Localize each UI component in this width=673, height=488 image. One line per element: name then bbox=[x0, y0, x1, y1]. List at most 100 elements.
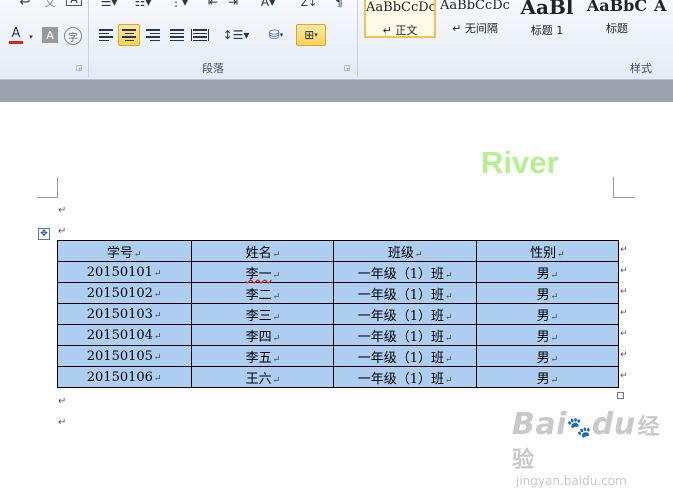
style-heading-1[interactable]: AaBl 标题 1 bbox=[512, 0, 582, 38]
table-cell[interactable]: 男↵ bbox=[475, 345, 620, 367]
decrease-indent-icon[interactable]: ⇤ bbox=[205, 0, 221, 12]
show-marks-icon[interactable]: ¶ bbox=[334, 0, 344, 12]
row-end-mark: ↵ bbox=[620, 308, 628, 318]
row-end-mark: ↵ bbox=[620, 329, 628, 339]
table-cell[interactable]: 李三↵ bbox=[191, 303, 335, 325]
table-cell[interactable]: 20150102↵ bbox=[49, 282, 193, 304]
chinese-layout-icon[interactable]: A▾ bbox=[258, 0, 278, 12]
cell-end-mark: ↵ bbox=[444, 354, 453, 365]
paragraph-mark: ↵ bbox=[58, 205, 67, 216]
a-border-icon[interactable]: A bbox=[66, 0, 82, 6]
cell-end-mark: ↵ bbox=[153, 352, 162, 363]
cell-end-mark: ↵ bbox=[550, 291, 559, 302]
cell-end-mark: ↵ bbox=[557, 249, 565, 260]
table-cell[interactable]: 一年级（1）班↵ bbox=[333, 303, 477, 325]
cell-end-mark: ↵ bbox=[414, 249, 423, 260]
bullets-partial-icon[interactable]: ↩ bbox=[18, 0, 32, 12]
style-sample: AaBl bbox=[520, 0, 574, 19]
table-cell[interactable]: 一年级（1）班↵ bbox=[333, 324, 477, 346]
style-title[interactable]: AaBbC 标题 bbox=[582, 0, 652, 38]
table-cell[interactable]: 男↵ bbox=[475, 324, 620, 346]
align-right-icon[interactable] bbox=[144, 25, 162, 45]
table-move-icon[interactable]: ✥ bbox=[38, 228, 50, 240]
cell-end-mark: ↵ bbox=[153, 268, 162, 279]
table-cell[interactable]: 一年级（1）班↵ bbox=[333, 366, 477, 388]
numbering-icon[interactable]: ☷▾ bbox=[132, 0, 154, 12]
table-cell[interactable]: 一年级（1）班↵ bbox=[333, 345, 477, 367]
cell-end-mark: ↵ bbox=[133, 249, 142, 260]
table-cell[interactable]: 男↵ bbox=[475, 303, 620, 325]
table-cell[interactable]: 20150104↵ bbox=[49, 324, 193, 346]
style-sample: AaBbC bbox=[586, 0, 648, 15]
header-text[interactable]: River bbox=[481, 146, 559, 180]
table-cell[interactable]: 李四↵ bbox=[191, 324, 335, 346]
style-sample: A bbox=[654, 0, 667, 15]
cell-end-mark: ↵ bbox=[550, 354, 559, 365]
paragraph-mark: ↵ bbox=[58, 396, 67, 407]
header-cell[interactable]: 学号↵ bbox=[49, 240, 193, 262]
cell-end-mark: ↵ bbox=[272, 375, 281, 386]
crop-mark bbox=[37, 197, 58, 198]
style-subtitle[interactable]: A bbox=[654, 0, 673, 38]
cell-end-mark: ↵ bbox=[444, 375, 453, 386]
cell-end-mark: ↵ bbox=[272, 249, 281, 260]
distributed-icon[interactable] bbox=[191, 25, 209, 45]
style-name: 标题 bbox=[606, 22, 628, 35]
style-no-spacing[interactable]: AaBbCcDc ↵ 无间隔 bbox=[440, 0, 510, 38]
crop-mark bbox=[613, 197, 635, 198]
paragraph-dialog-launcher-icon[interactable]: ◲ bbox=[344, 64, 351, 72]
cell-end-mark: ↵ bbox=[272, 270, 281, 281]
enclose-char-button[interactable]: 字 bbox=[64, 27, 82, 45]
line-spacing-icon[interactable]: ↕☰▾ bbox=[222, 25, 250, 45]
align-center-icon[interactable] bbox=[118, 24, 140, 46]
table-cell[interactable]: 20150105↵ bbox=[49, 345, 193, 367]
row-end-mark: ↵ bbox=[620, 266, 628, 276]
border-icon[interactable]: ⊞ ▾ bbox=[296, 24, 326, 46]
table-cell[interactable]: 一年级（1）班↵ bbox=[333, 282, 477, 304]
styles-group-label: 样式 bbox=[630, 62, 652, 75]
font-color-dropdown-icon[interactable]: ▾ bbox=[27, 27, 35, 47]
table-cell[interactable]: 李五↵ bbox=[191, 345, 335, 367]
style-sample: AaBbCcDc bbox=[366, 0, 436, 15]
table-cell[interactable]: 20150103↵ bbox=[49, 303, 193, 325]
justify-icon[interactable] bbox=[168, 25, 186, 45]
paragraph-group-label: 段落 bbox=[202, 62, 224, 75]
font-dialog-launcher-icon[interactable]: ◲ bbox=[76, 64, 83, 72]
header-cell[interactable]: 性别↵ bbox=[475, 240, 620, 262]
cell-end-mark: ↵ bbox=[272, 291, 281, 302]
row-end-mark: ↵ bbox=[620, 350, 628, 360]
style-normal[interactable]: AaBbCcDc ↵ 正文 bbox=[364, 0, 436, 38]
char-shading-button[interactable]: A bbox=[42, 27, 58, 43]
table-row: 20150104↵ 李四↵ 一年级（1）班↵ 男↵ bbox=[49, 324, 620, 346]
font-color-button[interactable]: A bbox=[6, 26, 26, 46]
ribbon-shadow-divider bbox=[0, 80, 673, 102]
header-cell[interactable]: 姓名↵ bbox=[191, 240, 335, 262]
group-separator bbox=[88, 0, 89, 77]
cell-end-mark: ↵ bbox=[444, 270, 453, 281]
bullets-icon[interactable]: ☰▾ bbox=[98, 0, 120, 12]
cell-end-mark: ↵ bbox=[272, 312, 281, 323]
table-cell[interactable]: 王六↵ bbox=[191, 366, 335, 388]
sort-button[interactable]: Z↓ bbox=[300, 0, 318, 12]
table-cell[interactable]: 李二↵ bbox=[191, 282, 335, 304]
cell-end-mark: ↵ bbox=[550, 333, 559, 344]
multilevel-icon[interactable]: ⋮▾ bbox=[168, 0, 190, 12]
paragraph-mark: ↵ bbox=[58, 226, 67, 237]
table-cell[interactable]: 一年级（1）班↵ bbox=[333, 261, 477, 283]
table-cell[interactable]: 男↵ bbox=[475, 261, 620, 283]
header-cell[interactable]: 班级↵ bbox=[333, 240, 477, 262]
row-end-mark: ↵ bbox=[620, 371, 628, 381]
table-cell[interactable]: 李一↵ bbox=[191, 261, 335, 283]
table-row: 20150103↵ 李三↵ 一年级（1）班↵ 男↵ bbox=[49, 303, 620, 325]
table-cell[interactable]: 男↵ bbox=[475, 282, 620, 304]
increase-indent-icon[interactable]: ⇥ bbox=[225, 0, 241, 12]
watermark-logo: Bai🐾du经验 bbox=[512, 407, 660, 474]
style-sample: AaBbCcDc bbox=[440, 0, 510, 13]
table-cell[interactable]: 20150101↵ bbox=[49, 261, 193, 283]
align-left-icon[interactable] bbox=[97, 25, 115, 45]
wen-icon[interactable]: 文 bbox=[42, 0, 58, 12]
shading-icon[interactable]: ⛁ ▾ bbox=[262, 25, 290, 45]
table-resize-handle[interactable] bbox=[617, 392, 624, 399]
table-cell[interactable]: 20150106↵ bbox=[49, 366, 193, 388]
table-cell[interactable]: 男↵ bbox=[475, 366, 620, 388]
